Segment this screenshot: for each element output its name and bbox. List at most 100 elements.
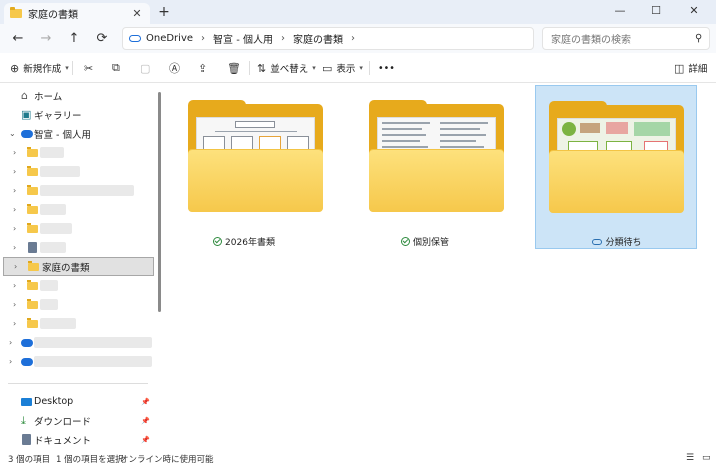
title-bar: 家庭の書類 ✕ + — ☐ ✕ xyxy=(0,0,716,24)
refresh-button[interactable]: ⟳ xyxy=(92,29,112,49)
preview-line xyxy=(215,131,297,132)
sort-button[interactable]: ⇅ 並べ替え ▾ xyxy=(257,59,316,77)
sidebar-item-downloads[interactable]: ⤓ ダウンロード 📌 xyxy=(0,411,156,430)
folder-icon xyxy=(27,298,38,309)
close-button[interactable]: ✕ xyxy=(676,0,712,24)
address-bar[interactable]: OneDrive › 智宣 - 個人用 › 家庭の書類 › xyxy=(122,27,534,50)
folder-icon xyxy=(27,222,38,233)
chevron-right-icon: › xyxy=(13,167,17,176)
preview-line xyxy=(382,146,428,148)
redacted-label xyxy=(40,147,64,158)
sidebar-item-folder[interactable]: › xyxy=(0,219,156,238)
details-button[interactable]: ◫ 詳細 xyxy=(674,59,707,77)
home-icon: ⌂ xyxy=(21,89,28,102)
sidebar-item-onedrive[interactable]: ⌄ 智宣 - 個人用 xyxy=(0,124,156,143)
sidebar-item-home[interactable]: ⌂ ホーム xyxy=(0,86,156,105)
breadcrumb-onedrive[interactable]: OneDrive xyxy=(146,33,193,44)
tab-family-documents[interactable]: 家庭の書類 ✕ xyxy=(4,3,150,24)
preview-line xyxy=(382,134,426,136)
chevron-right-icon: › xyxy=(13,148,17,157)
sidebar-item-folder[interactable]: › xyxy=(0,143,156,162)
preview-shape xyxy=(606,122,628,134)
sidebar-scrollbar[interactable] xyxy=(158,92,161,312)
preview-box xyxy=(235,121,275,128)
file-view: 2026年書類 個別保管 分類待ち xyxy=(163,83,716,452)
sidebar-item-folder[interactable]: › xyxy=(0,238,156,257)
breadcrumb-personal[interactable]: 智宣 - 個人用 xyxy=(213,31,273,46)
maximize-button[interactable]: ☐ xyxy=(638,0,674,24)
up-button[interactable]: ↑ xyxy=(64,29,84,49)
folder-tile[interactable]: 個別保管 xyxy=(344,85,506,249)
sidebar-item-folder[interactable]: › xyxy=(0,295,156,314)
share-button[interactable]: ⇪ xyxy=(198,59,211,77)
sidebar-item-label: ドキュメント xyxy=(34,435,92,447)
chevron-right-icon: › xyxy=(9,357,13,366)
search-input[interactable]: 家庭の書類の検索 ⚲ xyxy=(542,27,710,50)
toolbar-divider xyxy=(72,61,73,75)
sidebar-item-folder[interactable]: › xyxy=(0,276,156,295)
folder-tile[interactable]: 2026年書類 xyxy=(163,85,325,249)
view-button[interactable]: ▭ 表示 ▾ xyxy=(322,59,363,77)
onedrive-cloud-icon xyxy=(21,338,33,347)
download-icon: ⤓ xyxy=(21,413,26,427)
details-view-icon[interactable]: ☰ xyxy=(686,453,694,463)
onedrive-cloud-icon xyxy=(129,35,141,42)
more-label: ••• xyxy=(378,62,395,74)
trash-icon: 🗑 xyxy=(227,61,241,75)
folder-tile-selected[interactable]: 分類待ち xyxy=(535,85,697,249)
sidebar-item-gallery[interactable]: ▣ ギャラリー xyxy=(0,105,156,124)
redacted-label xyxy=(34,356,152,367)
new-tab-button[interactable]: + xyxy=(156,4,172,20)
sidebar-item-desktop[interactable]: Desktop 📌 xyxy=(0,392,156,411)
onedrive-cloud-icon xyxy=(21,357,33,366)
preview-line xyxy=(440,134,486,136)
availability-status: オンライン時に使用可能 xyxy=(120,455,214,465)
preview-box xyxy=(606,141,632,151)
desktop-icon xyxy=(21,397,32,406)
preview-line xyxy=(440,128,480,130)
preview-line xyxy=(382,122,430,124)
cut-button[interactable]: ✂ xyxy=(84,59,97,77)
folder-label: 分類待ち xyxy=(536,235,698,248)
sidebar-item-documents[interactable]: ドキュメント 📌 xyxy=(0,430,156,449)
minimize-button[interactable]: — xyxy=(602,0,638,24)
view-label: 表示 xyxy=(336,64,356,75)
rename-button[interactable]: Ⓐ xyxy=(169,59,184,77)
redacted-label xyxy=(40,166,80,177)
back-button[interactable]: ← xyxy=(8,29,28,49)
tab-title: 家庭の書類 xyxy=(28,10,78,21)
preview-line xyxy=(382,140,420,142)
status-bar: 3 個の項目 1 個の項目を選択 オンライン時に使用可能 ☰ ▭ xyxy=(0,452,716,466)
breadcrumb-separator[interactable]: › xyxy=(351,33,355,44)
gallery-icon: ▣ xyxy=(21,108,32,121)
details-label: 詳細 xyxy=(688,64,708,75)
sidebar-item-cloud[interactable]: › xyxy=(0,352,156,371)
sort-label: 並べ替え xyxy=(270,64,309,75)
forward-button[interactable]: → xyxy=(36,29,56,49)
breadcrumb-separator[interactable]: › xyxy=(281,33,285,44)
more-options-button[interactable]: ••• xyxy=(378,59,395,77)
delete-button[interactable]: 🗑 xyxy=(227,59,245,77)
folder-large-icon xyxy=(369,100,504,212)
sidebar-item-label: ギャラリー xyxy=(34,110,82,122)
sidebar-item-folder[interactable]: › xyxy=(0,162,156,181)
paste-button[interactable]: ▢ xyxy=(140,59,154,77)
preview-shape xyxy=(634,122,670,136)
breadcrumb-family-documents[interactable]: 家庭の書類 xyxy=(293,31,343,46)
sidebar-item-family-documents[interactable]: › 家庭の書類 xyxy=(3,257,154,276)
tab-close-button[interactable]: ✕ xyxy=(130,7,144,20)
copy-button[interactable]: ⧉ xyxy=(112,59,124,77)
sort-icon: ⇅ xyxy=(257,61,267,75)
share-icon: ⇪ xyxy=(198,61,208,75)
sidebar-item-cloud[interactable]: › xyxy=(0,333,156,352)
new-button[interactable]: ⊕ 新規作成 ▾ xyxy=(10,59,69,77)
redacted-label xyxy=(40,185,134,196)
chevron-right-icon: › xyxy=(13,205,17,214)
folder-name: 個別保管 xyxy=(412,238,449,248)
sidebar-item-folder[interactable]: › xyxy=(0,181,156,200)
sidebar-item-folder[interactable]: › xyxy=(0,200,156,219)
sidebar-item-folder[interactable]: › xyxy=(0,314,156,333)
breadcrumb-separator[interactable]: › xyxy=(201,33,205,44)
preview-line xyxy=(440,122,488,124)
tiles-view-icon[interactable]: ▭ xyxy=(702,453,711,463)
